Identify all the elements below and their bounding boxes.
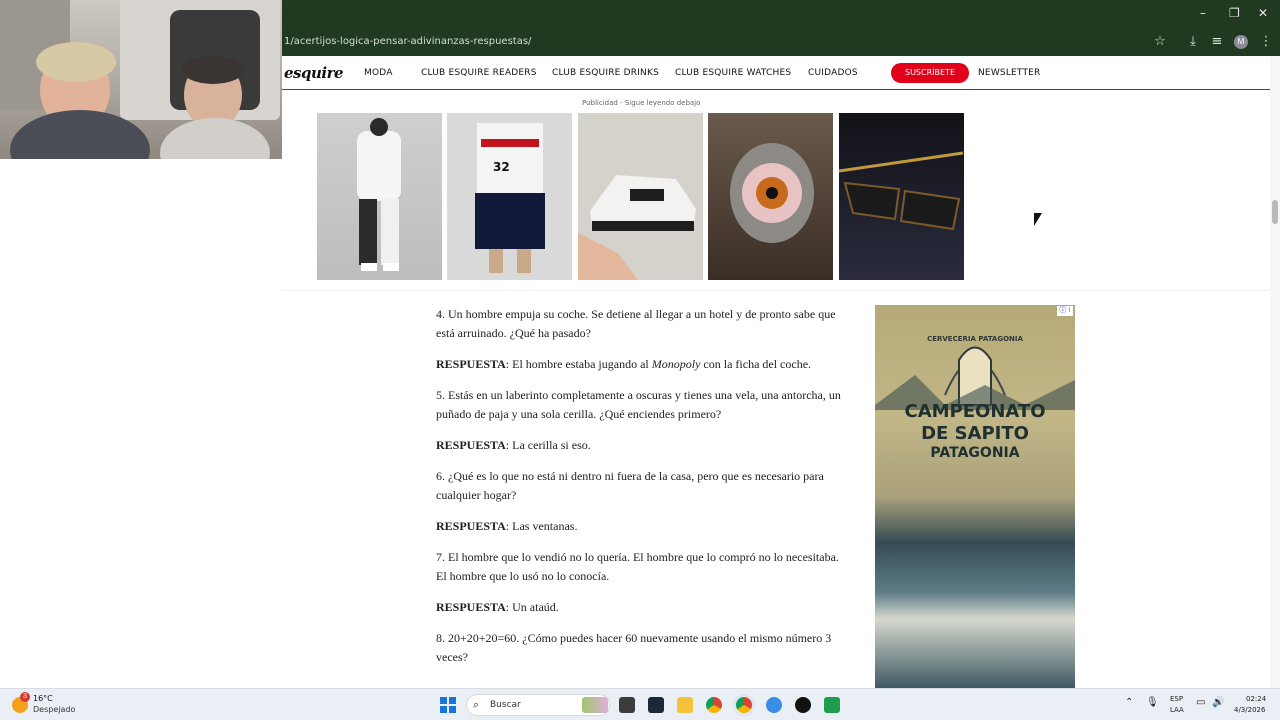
ad-label: Publicidad - Sigue leyendo debajo xyxy=(582,99,701,107)
nav-link-cuidados[interactable]: CUIDADOS xyxy=(808,68,858,78)
widget-icon[interactable] xyxy=(582,697,608,713)
tray-overflow-icon[interactable]: ⌃ xyxy=(1125,697,1133,708)
nav-link-newsletter[interactable]: NEWSLETTER xyxy=(978,68,1041,78)
sunglasses-product[interactable] xyxy=(839,113,964,280)
answer-text: con la ficha del coche. xyxy=(700,357,812,371)
search-icon: ⌕ xyxy=(473,698,480,711)
language-top[interactable]: ESP xyxy=(1170,695,1183,703)
microphone-icon[interactable]: 🎙 xyxy=(1146,697,1159,708)
question-4: 4. Un hombre empuja su coche. Se detiene… xyxy=(436,307,836,340)
url-text[interactable]: 1/acertijos-logica-pensar-adivinanzas-re… xyxy=(284,36,531,47)
search-label: Buscar xyxy=(490,700,521,710)
answer-label: RESPUESTA xyxy=(436,519,506,533)
weather-badge: 3 xyxy=(20,692,30,702)
weather-description[interactable]: Despejado xyxy=(33,705,75,714)
profile-avatar[interactable]: M xyxy=(1234,35,1248,49)
answer-text: : La cerilla si eso. xyxy=(505,438,591,452)
tracksuit-product[interactable] xyxy=(317,113,442,280)
volume-icon[interactable]: 🔊 xyxy=(1212,697,1224,708)
star-icon[interactable]: ☆ xyxy=(1152,34,1168,50)
question-7: 7. El hombre que lo vendió no lo quería.… xyxy=(436,550,839,583)
scrollbar-thumb[interactable] xyxy=(1272,200,1278,224)
clock-time[interactable]: 02:24 xyxy=(1246,695,1266,703)
obs-icon[interactable] xyxy=(795,697,811,713)
chrome-icon[interactable] xyxy=(706,697,722,713)
question-8: 8. 20+20+20=60. ¿Cómo puedes hacer 60 nu… xyxy=(436,631,832,664)
weather-temperature[interactable]: 16°C xyxy=(33,694,53,703)
subscribe-button[interactable]: SUSCRÍBETE xyxy=(891,63,969,83)
answer-text: : Las ventanas. xyxy=(505,519,578,533)
terminal-icon[interactable] xyxy=(824,697,840,713)
nav-link-moda[interactable]: MODA xyxy=(364,68,393,78)
webcam-overlay xyxy=(0,0,282,159)
minimize-icon[interactable]: – xyxy=(1200,6,1206,20)
start-button[interactable] xyxy=(440,697,456,713)
answer-label: RESPUESTA xyxy=(436,438,506,452)
page-scrollbar[interactable] xyxy=(1270,56,1280,690)
answer-label: RESPUESTA xyxy=(436,600,506,614)
question-6: 6. ¿Qué es lo que no está ni dentro ni f… xyxy=(436,469,824,502)
nav-link-club-drinks[interactable]: CLUB ESQUIRE DRINKS xyxy=(552,68,659,78)
close-icon[interactable]: ✕ xyxy=(1258,6,1268,20)
ad-divider xyxy=(282,290,1270,291)
file-explorer-icon[interactable] xyxy=(677,697,693,713)
ad-title-line1: CAMPEONATO xyxy=(904,401,1046,422)
windows-taskbar: 3 16°C Despejado ⌕ Buscar ⌃ 🎙 ESP LAA ▭ … xyxy=(0,688,1280,720)
steam-icon[interactable] xyxy=(648,697,664,713)
site-logo[interactable]: esquire xyxy=(284,64,344,82)
ad-title-line2: DE SAPITO xyxy=(921,423,1029,444)
chrome-profile-icon[interactable] xyxy=(736,697,752,713)
answer-text: : El hombre estaba jugando al xyxy=(505,357,652,371)
clock-date[interactable]: 4/3/2026 xyxy=(1234,706,1265,714)
ad-title-line3: PATAGONIA xyxy=(930,445,1020,461)
task-view-icon[interactable] xyxy=(619,697,635,713)
network-icon[interactable]: ▭ xyxy=(1196,697,1205,708)
queue-icon[interactable]: ≡ xyxy=(1209,34,1225,50)
language-bottom[interactable]: LAA xyxy=(1170,706,1184,714)
answer-emphasis: Monopoly xyxy=(651,357,701,371)
svg-text:32: 32 xyxy=(493,160,510,174)
mouse-cursor-icon xyxy=(1034,213,1042,226)
answer-5: RESPUESTA: La cerilla si eso. xyxy=(436,436,846,455)
eye-ring-product[interactable] xyxy=(708,113,833,280)
article-body: 4. Un hombre empuja su coche. Se detiene… xyxy=(436,305,846,679)
nav-link-club-readers[interactable]: CLUB ESQUIRE READERS xyxy=(421,68,537,78)
download-icon[interactable]: ⤓ xyxy=(1185,34,1201,50)
answer-text: : Un ataúd. xyxy=(505,600,559,614)
nav-link-club-watches[interactable]: CLUB ESQUIRE WATCHES xyxy=(675,68,791,78)
sneaker-product[interactable] xyxy=(578,113,703,280)
menu-icon[interactable]: ⋮ xyxy=(1258,34,1274,50)
answer-4: RESPUESTA: El hombre estaba jugando al M… xyxy=(436,355,846,374)
answer-label: RESPUESTA xyxy=(436,357,506,371)
side-ad-patagonia[interactable]: ⓘ ⁝ CAMPEONATO DE SAPITO PATAGONIA CERVE… xyxy=(875,305,1075,688)
restore-icon[interactable]: ❐ xyxy=(1229,6,1240,20)
ad-arc-text: CERVECERIA PATAGONIA xyxy=(927,335,1023,343)
app-icon[interactable] xyxy=(766,697,782,713)
newyork-outfit-product[interactable]: 32 xyxy=(447,113,572,280)
answer-6: RESPUESTA: Las ventanas. xyxy=(436,517,846,536)
answer-7: RESPUESTA: Un ataúd. xyxy=(436,598,846,617)
question-5: 5. Estás en un laberinto completamente a… xyxy=(436,388,841,421)
